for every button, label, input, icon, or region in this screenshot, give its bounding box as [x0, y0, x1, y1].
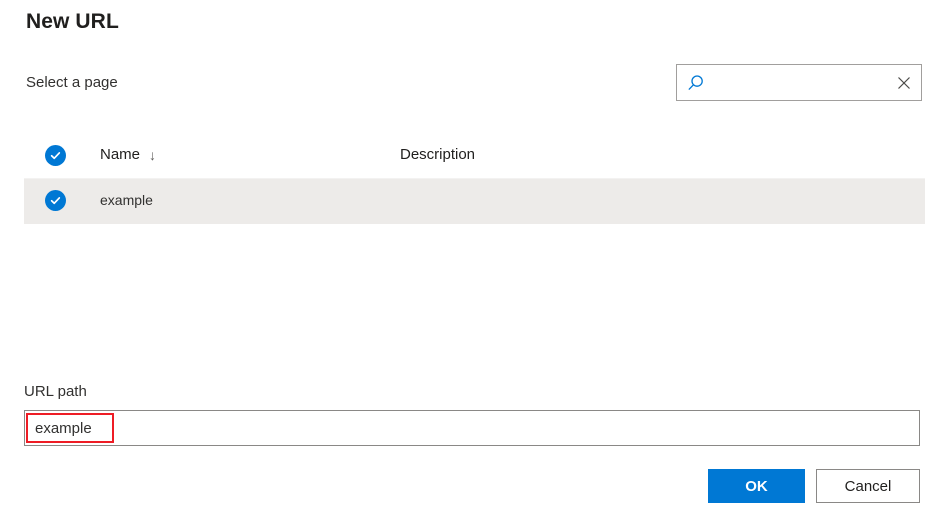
- search-input[interactable]: [717, 65, 887, 100]
- close-icon[interactable]: [887, 65, 921, 100]
- column-header-name[interactable]: Name ↓: [100, 146, 156, 163]
- checkmark-circle-icon: [45, 145, 66, 166]
- table-row[interactable]: example: [24, 179, 925, 224]
- ok-button[interactable]: OK: [708, 469, 805, 503]
- select-page-label: Select a page: [26, 74, 118, 91]
- search-box[interactable]: [676, 64, 922, 101]
- sort-descending-icon: ↓: [149, 146, 157, 163]
- row-select-checkbox[interactable]: [45, 190, 67, 212]
- cancel-button[interactable]: Cancel: [816, 469, 920, 503]
- page-title: New URL: [26, 10, 119, 33]
- row-cell-name: example: [100, 192, 153, 208]
- url-path-label: URL path: [24, 383, 87, 400]
- table-header-row: Name ↓ Description: [24, 136, 925, 179]
- checkmark-circle-icon: [45, 190, 66, 211]
- new-url-dialog: New URL Select a page Name ↓ Description…: [0, 0, 934, 528]
- column-header-description[interactable]: Description: [400, 146, 475, 163]
- url-path-field[interactable]: [24, 410, 920, 446]
- search-icon: [687, 74, 717, 92]
- column-header-name-label: Name: [100, 146, 141, 163]
- url-path-input[interactable]: [25, 411, 919, 445]
- select-all-checkbox[interactable]: [45, 145, 67, 167]
- page-list-table: Name ↓ Description example: [24, 136, 925, 224]
